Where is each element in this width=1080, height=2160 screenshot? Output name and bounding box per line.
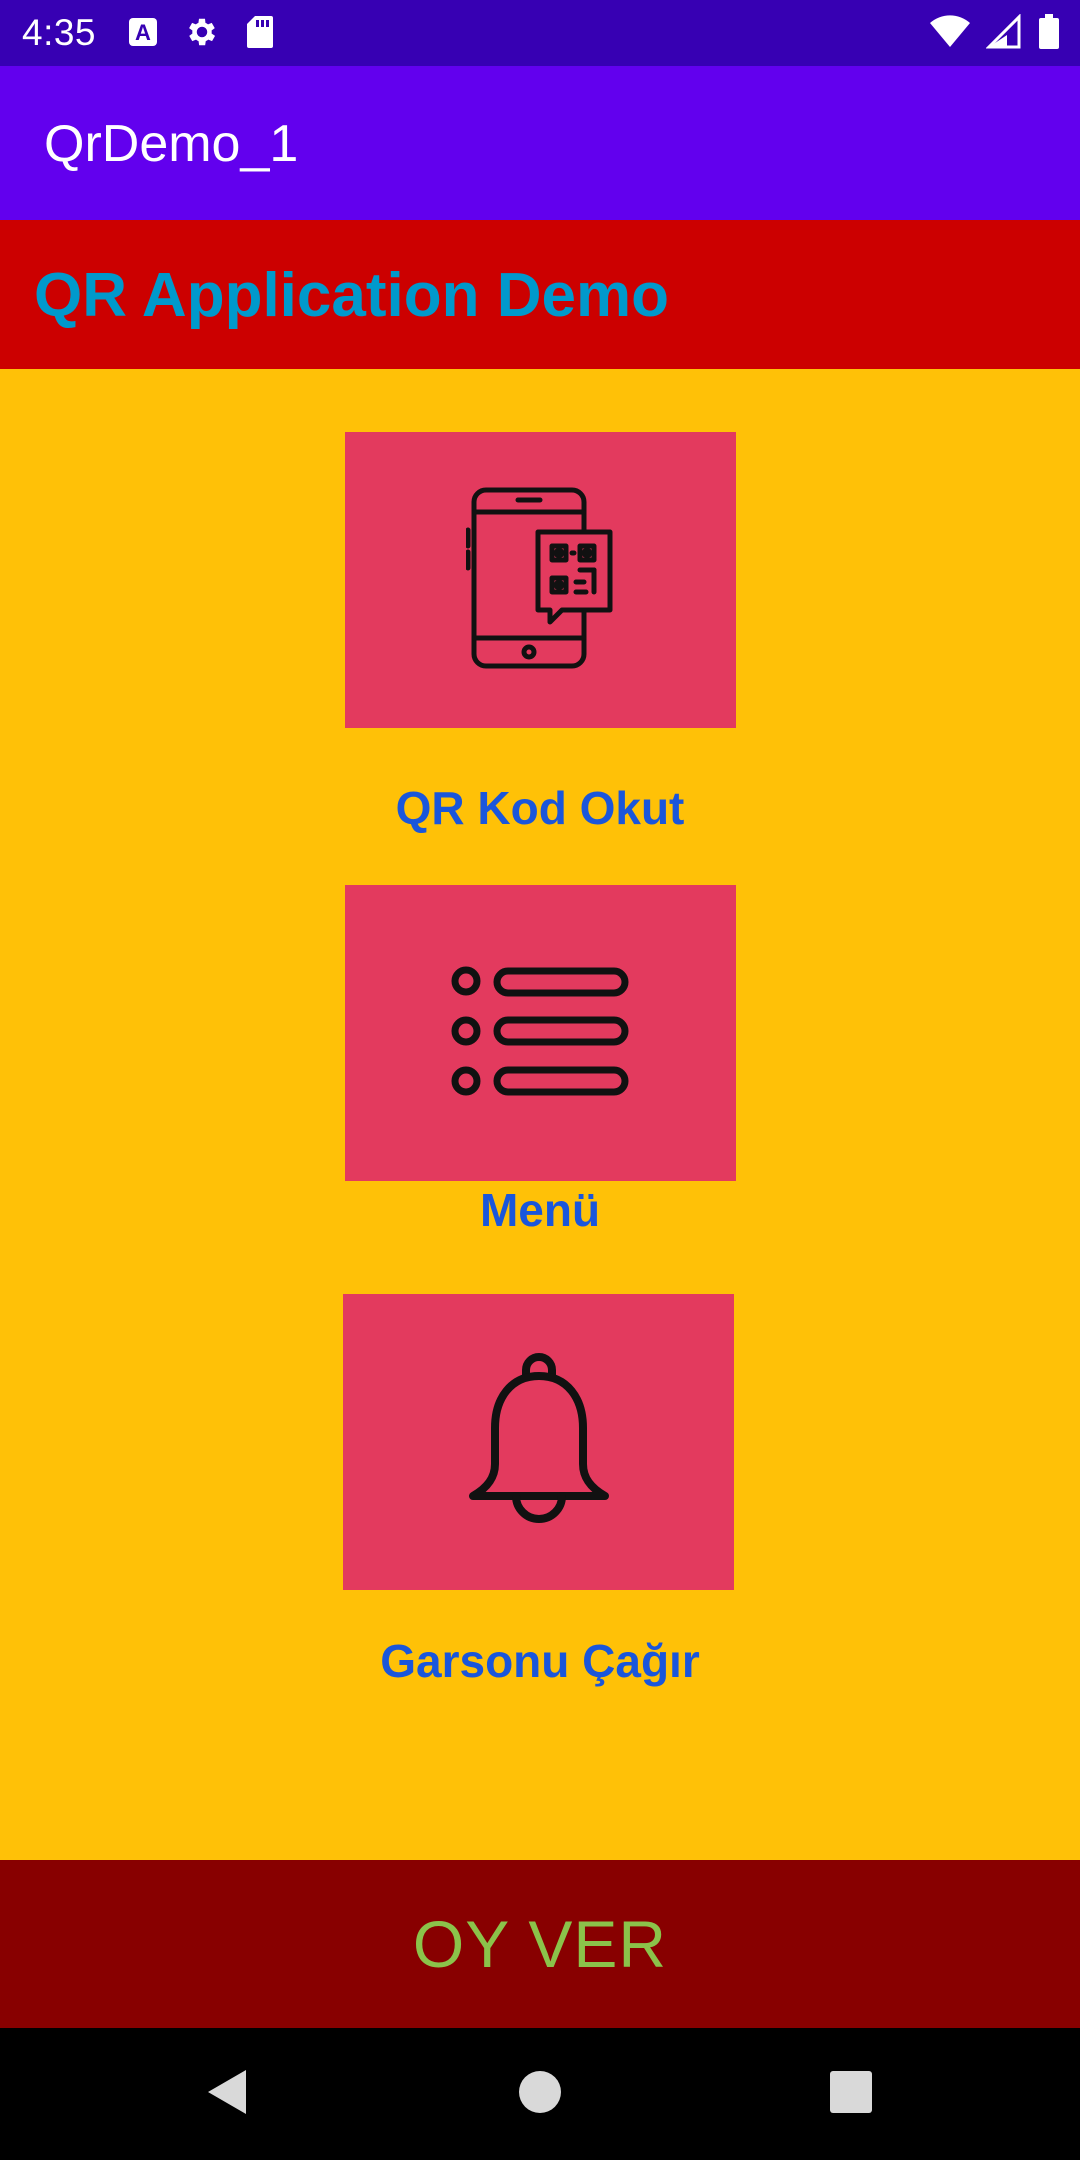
status-bar: 4:35 A xyxy=(0,0,1080,66)
status-icons-left: A xyxy=(128,14,274,55)
gear-icon xyxy=(184,14,220,55)
list-menu-icon xyxy=(451,961,631,1106)
status-icons-right xyxy=(930,13,1060,55)
app-bar: QrDemo_1 xyxy=(0,66,1080,220)
wifi-icon xyxy=(930,15,970,54)
header-title: QR Application Demo xyxy=(34,261,669,330)
svg-text:A: A xyxy=(135,20,151,45)
back-button[interactable] xyxy=(196,2064,256,2124)
main-content: QR Kod Okut Menü Garsonu Çağır xyxy=(0,369,1080,1860)
battery-icon xyxy=(1038,14,1060,55)
call-waiter-button[interactable] xyxy=(343,1294,734,1590)
system-nav-bar xyxy=(0,2028,1080,2160)
sd-card-icon xyxy=(246,15,274,54)
bell-icon xyxy=(464,1350,614,1535)
signal-icon xyxy=(985,13,1022,55)
status-time: 4:35 xyxy=(22,12,97,53)
menu-label: Menü xyxy=(479,1184,601,1236)
back-icon xyxy=(204,2068,248,2121)
phone-qr-icon xyxy=(465,486,616,675)
vote-button-label: OY VER xyxy=(412,1907,668,1981)
qr-scan-label: QR Kod Okut xyxy=(395,782,685,834)
qr-scan-button[interactable] xyxy=(345,432,736,728)
call-waiter-label: Garsonu Çağır xyxy=(380,1635,700,1687)
home-button[interactable] xyxy=(510,2064,570,2124)
recents-icon xyxy=(829,2070,873,2119)
accessibility-a-icon: A xyxy=(128,17,158,52)
app-title: QrDemo_1 xyxy=(44,115,299,173)
menu-button[interactable] xyxy=(345,885,736,1181)
home-icon xyxy=(518,2070,562,2119)
header-banner: QR Application Demo xyxy=(0,220,1080,369)
recents-button[interactable] xyxy=(821,2064,881,2124)
vote-button[interactable]: OY VER xyxy=(0,1860,1080,2028)
